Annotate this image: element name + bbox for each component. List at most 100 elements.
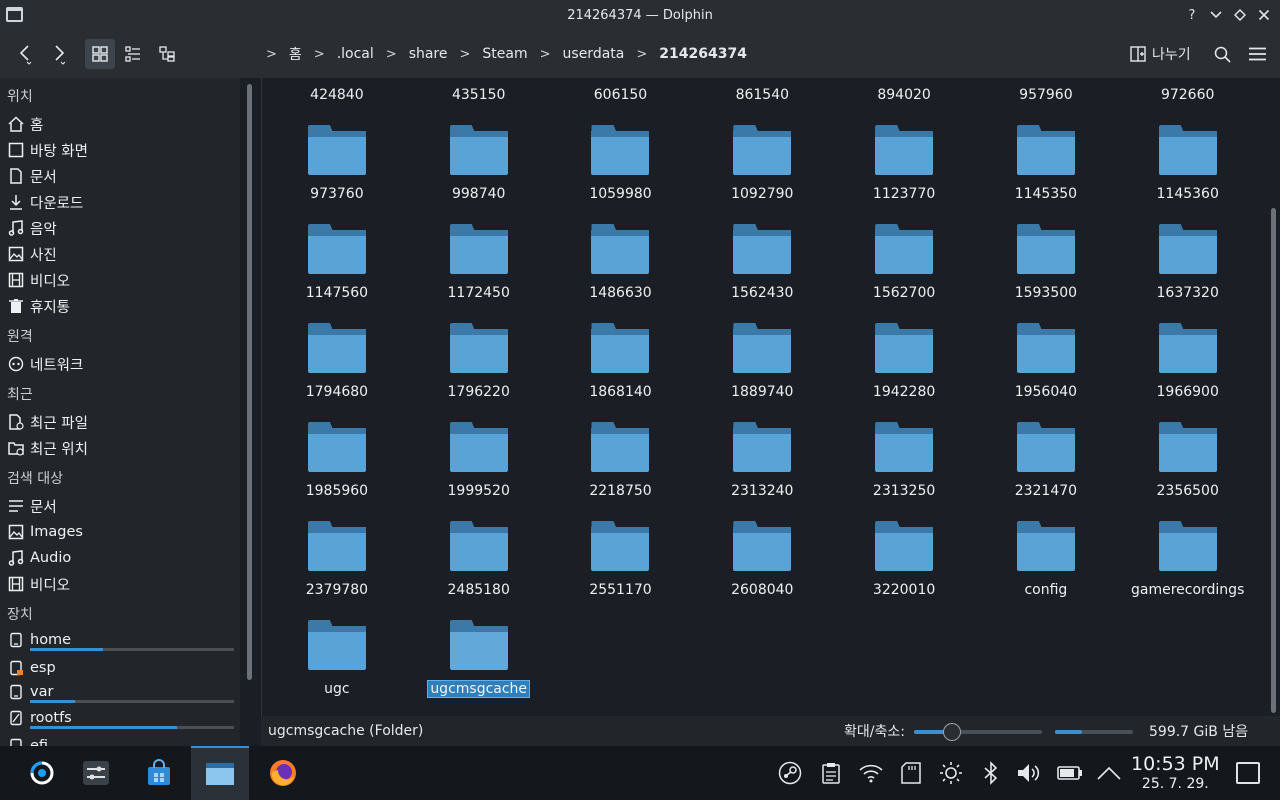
folder-item[interactable]: 957960 [975,78,1117,121]
folder-item[interactable]: 972660 [1117,78,1259,121]
folder-item[interactable]: 1145360 [1117,121,1259,220]
tray-bluetooth-button[interactable] [978,760,1004,786]
menu-button[interactable] [1242,39,1272,69]
back-button[interactable] [10,39,40,69]
sidebar-item-device-efi[interactable]: efi [0,734,240,746]
folder-item[interactable]: 1868140 [550,319,692,418]
folder-item[interactable]: gamerecordings [1117,517,1259,616]
tray-clipboard-button[interactable] [818,760,844,786]
file-view-scrollbar-thumb[interactable] [1271,208,1276,713]
sidebar-item-device-esp[interactable]: esp [0,656,240,680]
breadcrumb-chevron-icon[interactable]: > [376,47,407,62]
folder-item[interactable]: 1562700 [833,220,975,319]
folder-item[interactable]: 1059980 [550,121,692,220]
sidebar-item-downloads[interactable]: 다운로드 [0,190,240,214]
zoom-slider[interactable] [914,723,1042,741]
folder-item[interactable]: 1123770 [833,121,975,220]
tray-wifi-button[interactable] [858,760,884,786]
help-button[interactable]: ? [1182,4,1202,26]
folder-item[interactable]: 1796220 [408,319,550,418]
tray-expand-button[interactable] [1096,760,1122,786]
breadcrumb-chevron-icon[interactable]: > [304,47,335,62]
tray-steam-button[interactable] [777,760,803,786]
zoom-slider-handle[interactable] [943,723,962,741]
folder-item[interactable]: 1889740 [691,319,833,418]
sidebar-scrollbar-thumb[interactable] [247,84,252,680]
folder-item[interactable]: 2218750 [550,418,692,517]
folder-item[interactable]: config [975,517,1117,616]
folder-item[interactable]: 1966900 [1117,319,1259,418]
close-button[interactable] [1254,4,1274,26]
folder-item[interactable]: ugc [266,616,408,715]
search-button[interactable] [1207,39,1237,69]
sidebar-item-desktop[interactable]: 바탕 화면 [0,138,240,162]
sidebar-item-home[interactable]: 홈 [0,112,240,136]
breadcrumb-chevron-icon[interactable]: > [530,47,561,62]
split-button[interactable]: 나누기 [1130,44,1191,64]
folder-item[interactable]: 1147560 [266,220,408,319]
folder-item[interactable]: 1562430 [691,220,833,319]
folder-item[interactable]: 435150 [408,78,550,121]
sidebar-item-trash[interactable]: 휴지통 [0,294,240,318]
folder-item[interactable]: 2379780 [266,517,408,616]
folder-item[interactable]: 2313250 [833,418,975,517]
folder-item[interactable]: 1172450 [408,220,550,319]
folder-item[interactable]: 1145350 [975,121,1117,220]
sidebar-item-network[interactable]: 네트워크 [0,352,240,376]
forward-button[interactable] [44,39,74,69]
tray-volume-button[interactable] [1017,760,1043,786]
breadcrumb-local[interactable]: .local [335,46,376,62]
taskbar-dolphin-app[interactable] [191,746,249,800]
folder-item[interactable]: 1593500 [975,220,1117,319]
folder-item[interactable]: 2356500 [1117,418,1259,517]
folder-item[interactable]: ugcmsgcache [408,616,550,715]
taskbar-firefox-app[interactable] [254,746,312,800]
icons-view-button[interactable] [85,39,115,69]
folder-item[interactable]: 1942280 [833,319,975,418]
minimize-button[interactable] [1206,4,1226,26]
folder-item[interactable]: 3220010 [833,517,975,616]
breadcrumb-home[interactable]: 홈 [287,44,304,64]
breadcrumb-steam[interactable]: Steam [480,46,529,62]
folder-item[interactable]: 606150 [550,78,692,121]
folder-item[interactable]: 2551170 [550,517,692,616]
tray-sdcard-button[interactable] [898,760,924,786]
taskbar-settings-app[interactable] [67,746,125,800]
tray-brightness-button[interactable] [938,760,964,786]
breadcrumb-chevron-icon[interactable]: > [450,47,481,62]
folder-item[interactable]: 1794680 [266,319,408,418]
sidebar-item-search-images[interactable]: Images [0,520,240,544]
show-desktop-button[interactable] [1236,762,1260,784]
file-view[interactable]: 424840 435150 606150 861540 894020 957960 9726… [261,78,1268,716]
folder-item[interactable]: 2485180 [408,517,550,616]
folder-item[interactable]: 2313240 [691,418,833,517]
tray-battery-button[interactable] [1057,760,1083,786]
compact-view-button[interactable] [118,39,148,69]
window-app-icon[interactable] [6,7,23,22]
taskbar-discover-app[interactable] [130,746,188,800]
breadcrumb-share[interactable]: share [407,46,450,62]
sidebar-item-search-videos[interactable]: 비디오 [0,572,240,596]
sidebar-scrollbar[interactable] [244,80,254,680]
sidebar-item-music[interactable]: 음악 [0,216,240,240]
sidebar-item-search-audio[interactable]: Audio [0,546,240,570]
folder-item[interactable]: 973760 [266,121,408,220]
folder-item[interactable]: 2608040 [691,517,833,616]
breadcrumb-userdata[interactable]: userdata [561,46,627,62]
maximize-button[interactable] [1230,4,1250,26]
file-view-scrollbar[interactable] [1268,78,1280,716]
folder-item[interactable]: 1956040 [975,319,1117,418]
sidebar-item-videos[interactable]: 비디오 [0,268,240,292]
folder-item[interactable]: 998740 [408,121,550,220]
folder-item[interactable]: 861540 [691,78,833,121]
folder-item[interactable]: 1985960 [266,418,408,517]
folder-item[interactable]: 1486630 [550,220,692,319]
digital-clock[interactable]: 10:53 PM 25. 7. 29. [1131,753,1220,793]
sidebar-item-search-documents[interactable]: 문서 [0,494,240,518]
folder-item[interactable]: 2321470 [975,418,1117,517]
sidebar-item-recent-locations[interactable]: 최근 위치 [0,436,240,460]
folder-item[interactable]: 1999520 [408,418,550,517]
sidebar-item-pictures[interactable]: 사진 [0,242,240,266]
folder-item[interactable]: 424840 [266,78,408,121]
folder-item[interactable]: 1637320 [1117,220,1259,319]
